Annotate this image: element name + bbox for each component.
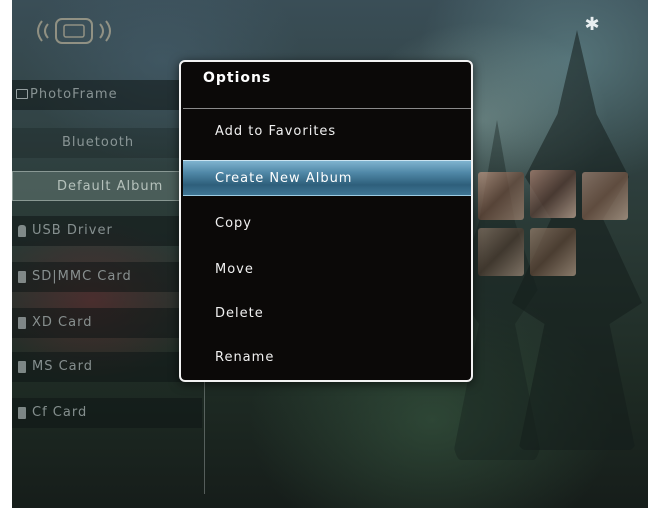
options-menu-divider bbox=[183, 108, 471, 109]
photo-thumbnail bbox=[478, 228, 524, 276]
options-menu: Options Add to Favorites Create New Albu… bbox=[179, 60, 473, 382]
menu-item-label: Copy bbox=[215, 216, 252, 231]
menu-item-move[interactable]: Move bbox=[183, 252, 471, 288]
source-item-label: USB Driver bbox=[32, 223, 113, 238]
source-item-label: XD Card bbox=[32, 315, 93, 330]
photoframe-icon bbox=[16, 89, 28, 99]
photo-thumbnail bbox=[530, 228, 576, 276]
source-item-label: SD|MMC Card bbox=[32, 269, 132, 284]
menu-item-add-to-favorites[interactable]: Add to Favorites bbox=[183, 114, 471, 150]
photoframe-screen: ✱ PhotoFrame Bluetooth Default Album USB… bbox=[12, 0, 648, 508]
photo-thumbnail bbox=[582, 172, 628, 220]
options-menu-title: Options bbox=[203, 70, 272, 86]
card-icon bbox=[18, 407, 26, 419]
bluetooth-icon: ✱ bbox=[584, 14, 600, 35]
source-item-default-album[interactable]: Default Album bbox=[12, 171, 202, 201]
card-icon bbox=[18, 361, 26, 373]
source-item-ms-card[interactable]: MS Card bbox=[12, 352, 202, 382]
menu-item-rename[interactable]: Rename bbox=[183, 340, 471, 376]
source-header-photoframe[interactable]: PhotoFrame bbox=[12, 80, 202, 110]
source-item-label: Default Album bbox=[57, 179, 164, 194]
source-item-xd-card[interactable]: XD Card bbox=[12, 308, 202, 338]
source-item-label: MS Card bbox=[32, 359, 94, 374]
usb-icon bbox=[18, 225, 26, 237]
menu-item-label: Move bbox=[215, 262, 254, 277]
menu-item-label: Delete bbox=[215, 306, 264, 321]
card-icon bbox=[18, 271, 26, 283]
source-item-sd-mmc-card[interactable]: SD|MMC Card bbox=[12, 262, 202, 292]
source-item-label: Cf Card bbox=[32, 405, 88, 420]
menu-item-create-new-album[interactable]: Create New Album bbox=[183, 160, 471, 196]
menu-item-copy[interactable]: Copy bbox=[183, 206, 471, 242]
menu-item-label: Rename bbox=[215, 350, 275, 365]
source-list: PhotoFrame Bluetooth Default Album USB D… bbox=[12, 74, 206, 508]
source-item-cf-card[interactable]: Cf Card bbox=[12, 398, 202, 428]
photo-thumbnail bbox=[530, 170, 576, 218]
menu-item-delete[interactable]: Delete bbox=[183, 296, 471, 332]
source-header-label: PhotoFrame bbox=[30, 87, 118, 102]
device-logo-icon bbox=[37, 18, 111, 44]
menu-item-label: Add to Favorites bbox=[215, 124, 337, 139]
source-item-bluetooth[interactable]: Bluetooth bbox=[12, 128, 202, 158]
menu-item-label: Create New Album bbox=[215, 171, 353, 186]
photo-thumbnail bbox=[478, 172, 524, 220]
card-icon bbox=[18, 317, 26, 329]
source-item-label: Bluetooth bbox=[62, 135, 135, 150]
source-item-usb-driver[interactable]: USB Driver bbox=[12, 216, 202, 246]
